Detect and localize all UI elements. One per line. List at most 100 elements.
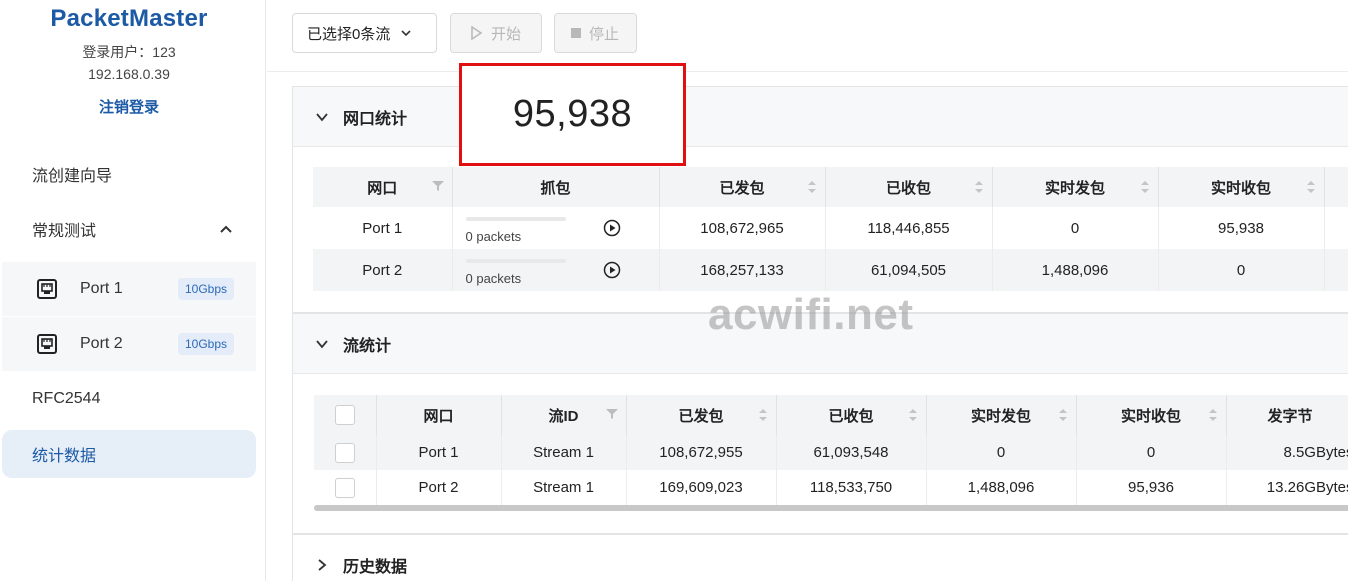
sidebar-item-rfc2544[interactable]: RFC2544: [2, 375, 256, 423]
speed-badge: 10Gbps: [178, 333, 235, 355]
bytes-cell: 8.5GBytes: [1226, 435, 1348, 470]
port-label: Port 1: [80, 280, 123, 297]
capture-progress-bar: [465, 217, 566, 221]
column-header-extra: [1324, 167, 1348, 207]
section-title: 流统计: [343, 337, 392, 355]
app-root: PacketMaster 登录用户：123 192.168.0.39 注销登录 …: [0, 0, 1348, 581]
row-checkbox[interactable]: [334, 442, 355, 463]
play-circle-icon[interactable]: [603, 261, 621, 279]
sidebar-item-label: 统计数据: [32, 448, 97, 465]
stop-icon: [571, 28, 581, 38]
stream-cell: Stream 1: [501, 435, 627, 470]
sidebar-item-label: 流创建向导: [32, 168, 113, 185]
column-header[interactable]: 已发包: [659, 167, 826, 207]
sort-icon[interactable]: [1306, 180, 1316, 194]
row-checkbox-cell: [314, 470, 377, 505]
select-all-checkbox[interactable]: [334, 405, 355, 425]
highlight-callout: 95,938: [459, 63, 686, 166]
port-stats-header[interactable]: 网口统计: [293, 87, 1348, 147]
section-title: 网口统计: [343, 110, 408, 128]
chevron-up-icon: [220, 225, 232, 233]
login-user: 登录用户：123: [82, 44, 176, 60]
start-button[interactable]: 开始: [450, 13, 542, 53]
capture-count: 0 packets: [465, 229, 522, 244]
sent-cell: 108,672,955: [626, 435, 777, 470]
rt-recv-cell: 95,936: [1076, 470, 1227, 505]
recv-cell: 118,533,750: [776, 470, 927, 505]
chevron-down-icon: [316, 112, 328, 121]
filter-icon[interactable]: [605, 408, 618, 420]
row-checkbox[interactable]: [334, 477, 355, 498]
horizontal-scrollbar[interactable]: [314, 505, 1348, 511]
column-header[interactable]: 实时收包: [1158, 167, 1325, 207]
port-cell: Port 2: [376, 470, 502, 505]
logout-link[interactable]: 注销登录: [0, 96, 258, 117]
column-header[interactable]: 已收包: [825, 167, 993, 207]
chevron-down-icon: [316, 339, 328, 348]
extra-cell: [1324, 249, 1348, 291]
sort-icon[interactable]: [807, 180, 817, 194]
capture-count: 0 packets: [465, 271, 522, 286]
sort-icon[interactable]: [1140, 180, 1150, 194]
rt-sent-cell: 0: [926, 435, 1077, 470]
sent-cell: 108,672,965: [659, 207, 826, 249]
table-row: Port 2 0 packets 168,257,133 61,094,505 …: [313, 249, 1348, 291]
column-header[interactable]: 已收包: [776, 395, 927, 435]
sort-icon[interactable]: [908, 408, 918, 422]
highlight-value: 95,938: [512, 93, 633, 135]
recv-cell: 61,094,505: [825, 249, 993, 291]
rt-recv-cell: 0: [1158, 249, 1325, 291]
column-header[interactable]: 已发包: [626, 395, 777, 435]
column-header[interactable]: 流ID: [501, 395, 627, 435]
sort-icon[interactable]: [1058, 408, 1068, 422]
stop-button[interactable]: 停止: [554, 13, 637, 53]
history-header[interactable]: 历史数据: [293, 535, 1348, 581]
stream-select-dropdown[interactable]: 已选择0条流: [292, 13, 437, 53]
recv-cell: 118,446,855: [825, 207, 993, 249]
sidebar-item-port-1[interactable]: Port 1 10Gbps: [2, 262, 256, 316]
sort-icon[interactable]: [758, 408, 768, 422]
column-header[interactable]: 实时收包: [1076, 395, 1227, 435]
sidebar-item-flow-wizard[interactable]: 流创建向导: [2, 150, 256, 198]
sidebar-item-label: RFC2544: [32, 390, 101, 407]
column-header: 网口: [376, 395, 502, 435]
sent-cell: 168,257,133: [659, 249, 826, 291]
rt-sent-cell: 0: [992, 207, 1159, 249]
bytes-cell: 13.26GBytes: [1226, 470, 1348, 505]
watermark: acwifi.net: [708, 290, 914, 339]
section-title: 历史数据: [343, 559, 408, 576]
scrollbar-thumb[interactable]: [314, 505, 1348, 511]
port-stats-table: 网口 抓包 已发包 已收包 实时发包 实时收包 Port 1 0 packets…: [313, 167, 1348, 291]
chevron-right-icon: [318, 559, 327, 571]
capture-progress-bar: [465, 259, 566, 263]
stop-label: 停止: [589, 25, 620, 43]
port-cell: Port 1: [313, 207, 453, 249]
sidebar-item-port-2[interactable]: Port 2 10Gbps: [2, 317, 256, 371]
filter-icon[interactable]: [431, 180, 444, 192]
sidebar-item-label: 常规测试: [32, 223, 97, 240]
play-circle-icon[interactable]: [603, 219, 621, 237]
column-header: 发字节: [1226, 395, 1348, 435]
rt-recv-cell: 0: [1076, 435, 1227, 470]
column-header[interactable]: 网口: [313, 167, 453, 207]
select-label: 已选择0条流: [307, 25, 391, 43]
column-header[interactable]: 实时发包: [926, 395, 1077, 435]
capture-cell: 0 packets: [452, 207, 660, 249]
column-header[interactable]: 实时发包: [992, 167, 1159, 207]
ethernet-port-icon: [37, 279, 57, 299]
brand-logo: PacketMaster: [50, 5, 208, 32]
play-icon: [471, 26, 483, 40]
sort-icon[interactable]: [974, 180, 984, 194]
ethernet-port-icon: [37, 334, 57, 354]
ip-address: 192.168.0.39: [88, 66, 170, 82]
rt-sent-cell: 1,488,096: [992, 249, 1159, 291]
rt-recv-cell: 95,938: [1158, 207, 1325, 249]
port-cell: Port 2: [313, 249, 453, 291]
sidebar-item-general-test[interactable]: 常规测试: [2, 205, 256, 253]
stream-cell: Stream 1: [501, 470, 627, 505]
sidebar-item-statistics[interactable]: 统计数据: [2, 430, 256, 478]
sort-icon[interactable]: [1208, 408, 1218, 422]
sent-cell: 169,609,023: [626, 470, 777, 505]
recv-cell: 61,093,548: [776, 435, 927, 470]
toolbar: 已选择0条流 开始 停止: [267, 0, 1348, 72]
